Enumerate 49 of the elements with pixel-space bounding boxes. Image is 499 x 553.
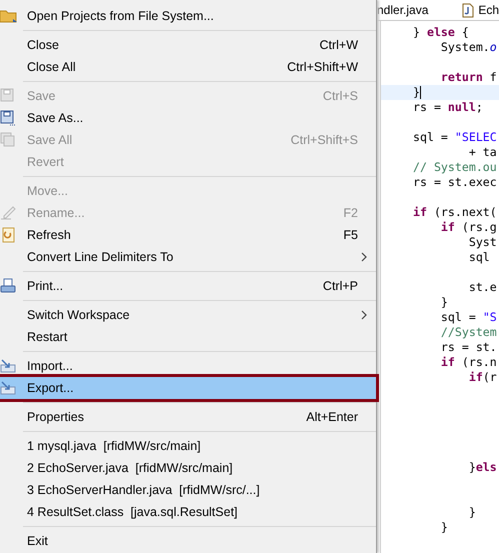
menu-item[interactable]: Open Projects from File System... <box>0 5 376 27</box>
code-line: rs = st.exec <box>413 175 497 189</box>
editor-tab[interactable]: ndler.java <box>377 3 428 17</box>
menu-item[interactable]: Properties Alt+Enter <box>0 406 376 428</box>
code-line: // System.ou <box>413 160 497 174</box>
menu-item[interactable]: Close Ctrl+W <box>0 34 376 56</box>
code-line: st.e <box>468 280 497 294</box>
menu-item[interactable]: Refresh F5 <box>0 224 376 246</box>
code-line: rs = st. <box>440 340 497 354</box>
menu-item[interactable]: Close All Ctrl+Shift+W <box>0 56 376 78</box>
code-line: rs = null; <box>413 100 483 114</box>
menu-item[interactable]: Print... Ctrl+P <box>0 275 376 297</box>
code-line: sql <box>468 250 490 264</box>
menu-item[interactable]: 4 ResultSet.class [java.sql.ResultSet] <box>0 501 376 523</box>
menu-item[interactable]: Import... <box>0 355 376 377</box>
printer-icon <box>0 278 16 294</box>
java-file-icon <box>462 2 474 18</box>
menu-item[interactable]: Export... <box>0 377 376 399</box>
code-line: } <box>440 520 448 534</box>
code-line: } <box>440 295 448 309</box>
floppy-disks-icon <box>0 132 16 148</box>
code-line: + ta <box>468 145 497 159</box>
menu-item[interactable]: Exit <box>0 530 376 552</box>
code-line: sql = "SELEC <box>413 130 497 144</box>
code-line: if (rs.next( <box>413 205 497 219</box>
menu-item[interactable]: 2 EchoServer.java [rfidMW/src/main] <box>0 457 376 479</box>
code-line: } <box>468 505 476 519</box>
code-line: } <box>413 85 421 99</box>
code-line: if (rs.n <box>440 355 497 369</box>
code-line: }els <box>468 460 497 474</box>
menu-item[interactable]: Switch Workspace <box>0 304 376 326</box>
code-line: sql = "S <box>440 310 497 324</box>
import-icon <box>0 359 16 373</box>
menu-item[interactable]: Save As... <box>0 107 376 129</box>
menu-item[interactable]: Convert Line Delimiters To <box>0 246 376 268</box>
code-line: //System <box>440 325 497 339</box>
code-line: System.o <box>440 40 497 54</box>
code-line: if (rs.g <box>440 220 497 234</box>
editor-tab[interactable]: Ech <box>462 2 499 18</box>
menu-item[interactable]: 1 mysql.java [rfidMW/src/main] <box>0 435 376 457</box>
menu-item[interactable]: 3 EchoServerHandler.java [rfidMW/src/...] <box>0 479 376 501</box>
code-line: Syst <box>468 235 497 249</box>
code-line: if(r <box>468 370 497 384</box>
code-line: } else { <box>413 25 469 39</box>
export-icon <box>0 381 16 395</box>
code-line: return f <box>440 70 497 84</box>
refresh-icon <box>0 227 16 243</box>
folder-icon <box>0 9 18 23</box>
menu-item[interactable]: Restart <box>0 326 376 348</box>
